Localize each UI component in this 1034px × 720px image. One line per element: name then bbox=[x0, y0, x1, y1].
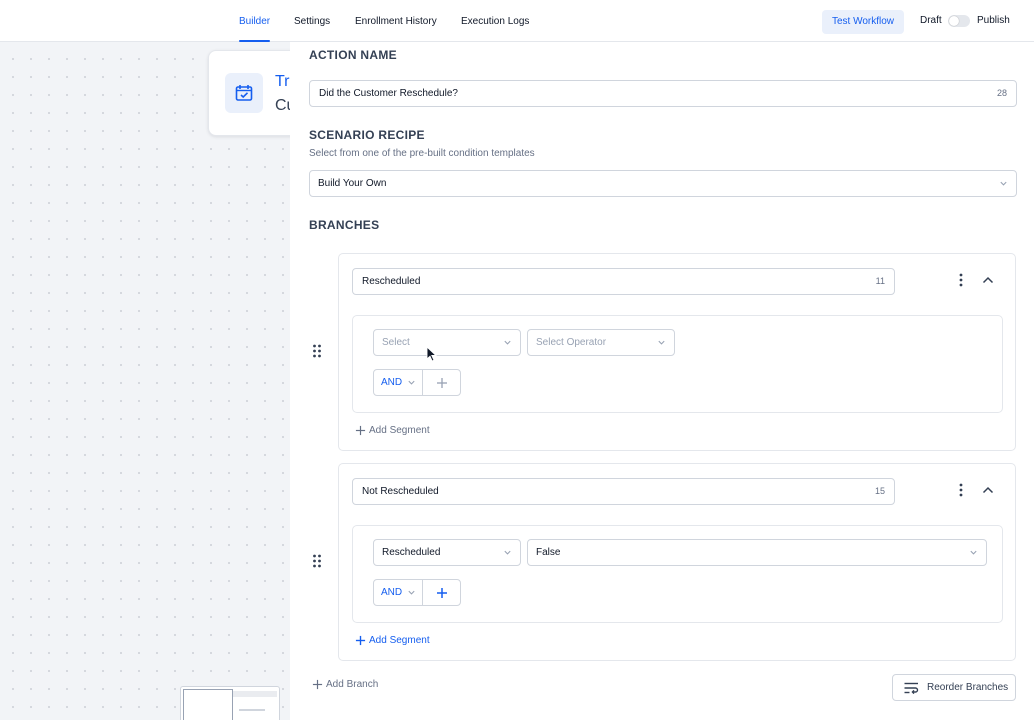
add-segment-button[interactable]: Add Segment bbox=[355, 635, 430, 646]
chevron-down-icon bbox=[504, 340, 511, 345]
minimap[interactable] bbox=[180, 686, 280, 720]
tab-enrollment-history[interactable]: Enrollment History bbox=[355, 0, 437, 42]
publish-toggle[interactable] bbox=[948, 15, 970, 27]
chevron-down-icon bbox=[1000, 181, 1007, 186]
more-options-icon[interactable] bbox=[958, 483, 964, 497]
chevron-up-icon[interactable] bbox=[982, 485, 994, 495]
chevron-down-icon bbox=[658, 340, 665, 345]
chevron-down-icon bbox=[408, 590, 415, 595]
branch-card: Rescheduled 11 Select Select Operator AN… bbox=[338, 253, 1016, 451]
reorder-icon bbox=[904, 682, 919, 694]
add-condition-button[interactable] bbox=[422, 369, 461, 396]
drag-handle-icon[interactable] bbox=[312, 344, 322, 358]
top-nav: Builder Settings Enrollment History Exec… bbox=[0, 0, 1034, 42]
branch-name-value: Rescheduled bbox=[362, 276, 421, 287]
scenario-recipe-value: Build Your Own bbox=[318, 178, 387, 189]
drag-handle-icon[interactable] bbox=[312, 554, 322, 568]
field-select[interactable]: Rescheduled bbox=[373, 539, 521, 566]
field-select[interactable]: Select bbox=[373, 329, 521, 356]
add-branch-button[interactable]: Add Branch bbox=[312, 679, 378, 690]
action-settings-panel: ACTION NAME Did the Customer Reschedule?… bbox=[290, 42, 1034, 720]
branch-name-input[interactable]: Not Rescheduled 15 bbox=[352, 478, 895, 505]
and-or-select[interactable]: AND bbox=[373, 579, 423, 606]
reorder-branches-button[interactable]: Reorder Branches bbox=[892, 674, 1016, 701]
node-title: Tr bbox=[275, 73, 290, 90]
tab-settings[interactable]: Settings bbox=[294, 0, 330, 42]
add-segment-label: Add Segment bbox=[369, 425, 430, 436]
mouse-cursor-icon bbox=[426, 346, 437, 362]
draft-label: Draft bbox=[920, 15, 942, 26]
scenario-recipe-hint: Select from one of the pre-built conditi… bbox=[309, 148, 535, 159]
chevron-down-icon bbox=[408, 380, 415, 385]
plus-icon bbox=[355, 635, 366, 646]
toggle-knob bbox=[949, 16, 959, 26]
add-condition-button[interactable] bbox=[422, 579, 461, 606]
workflow-canvas[interactable]: Tr Cu bbox=[0, 42, 328, 720]
plus-icon bbox=[437, 378, 447, 388]
condition-segment: Rescheduled False AND bbox=[352, 525, 1003, 623]
plus-icon bbox=[437, 588, 447, 598]
chevron-up-icon[interactable] bbox=[982, 275, 994, 285]
field-select-value: Select bbox=[382, 337, 410, 348]
minimap-viewport bbox=[183, 689, 233, 720]
minimap-line bbox=[239, 709, 265, 711]
condition-segment: Select Select Operator AND bbox=[352, 315, 1003, 413]
minimap-block bbox=[233, 691, 277, 697]
value-select[interactable]: False bbox=[527, 539, 987, 566]
chevron-down-icon bbox=[970, 550, 977, 555]
char-counter: 11 bbox=[875, 276, 885, 286]
reorder-branches-label: Reorder Branches bbox=[927, 682, 1009, 693]
branch-name-input[interactable]: Rescheduled 11 bbox=[352, 268, 895, 295]
field-select-value: Rescheduled bbox=[382, 547, 441, 558]
and-or-value: AND bbox=[381, 587, 403, 598]
test-workflow-button[interactable]: Test Workflow bbox=[822, 10, 904, 34]
scenario-recipe-title: SCENARIO RECIPE bbox=[309, 128, 425, 142]
more-options-icon[interactable] bbox=[958, 273, 964, 287]
operator-select[interactable]: Select Operator bbox=[527, 329, 675, 356]
and-or-value: AND bbox=[381, 377, 403, 388]
add-segment-label: Add Segment bbox=[369, 635, 430, 646]
action-name-input[interactable]: Did the Customer Reschedule? 28 bbox=[309, 80, 1017, 107]
and-or-select[interactable]: AND bbox=[373, 369, 423, 396]
value-select-value: False bbox=[536, 547, 561, 558]
scenario-recipe-select[interactable]: Build Your Own bbox=[309, 170, 1017, 197]
action-name-title: ACTION NAME bbox=[309, 48, 397, 62]
publish-label: Publish bbox=[977, 15, 1010, 26]
chevron-down-icon bbox=[504, 550, 511, 555]
plus-icon bbox=[312, 679, 323, 690]
plus-icon bbox=[355, 425, 366, 436]
action-name-value: Did the Customer Reschedule? bbox=[319, 88, 458, 99]
branches-title: BRANCHES bbox=[309, 218, 380, 232]
branch-name-value: Not Rescheduled bbox=[362, 486, 439, 497]
char-counter: 28 bbox=[996, 88, 1007, 98]
branch-card: Not Rescheduled 15 Rescheduled False AND… bbox=[338, 463, 1016, 661]
calendar-check-icon bbox=[235, 85, 253, 101]
operator-select-value: Select Operator bbox=[536, 337, 607, 348]
node-icon-box bbox=[225, 73, 263, 113]
add-branch-label: Add Branch bbox=[326, 679, 379, 690]
char-counter: 15 bbox=[874, 486, 885, 496]
tab-execution-logs[interactable]: Execution Logs bbox=[461, 0, 529, 42]
add-segment-button[interactable]: Add Segment bbox=[355, 425, 430, 436]
tab-builder[interactable]: Builder bbox=[239, 0, 271, 42]
